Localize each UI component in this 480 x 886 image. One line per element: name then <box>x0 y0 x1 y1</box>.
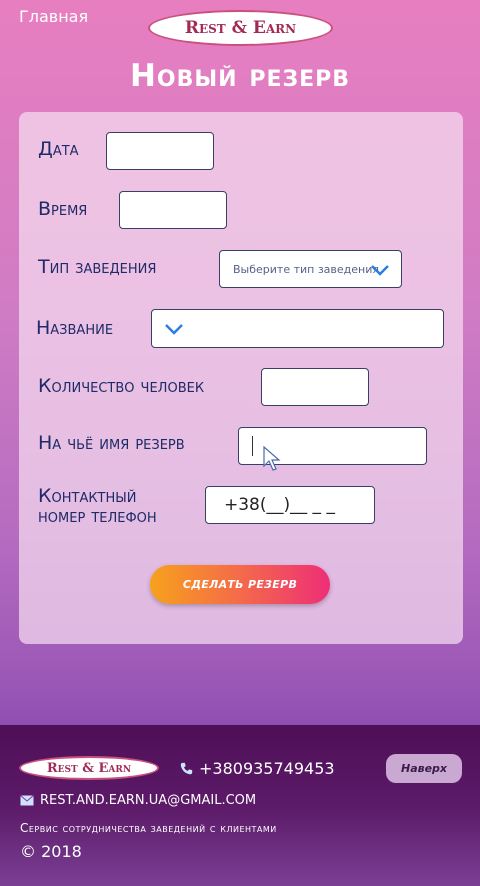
phone-label-line1: Контактный <box>38 485 137 507</box>
envelope-icon <box>20 795 34 806</box>
people-count-label: Количество человек <box>38 375 205 397</box>
footer-phone-number: +380935749453 <box>199 759 335 778</box>
footer-logo[interactable]: Rest & Earn <box>19 756 159 780</box>
reserve-name-label: На чьё имя резерв <box>38 432 185 454</box>
copyright: © 2018 <box>20 842 82 861</box>
date-label: Дата <box>38 138 79 160</box>
venue-name-label: Название <box>36 317 114 339</box>
venue-type-placeholder: Выберите тип заведения <box>233 263 380 276</box>
mouse-cursor-icon <box>263 446 281 471</box>
chevron-down-icon <box>165 324 183 335</box>
phone-icon <box>180 762 193 775</box>
venue-type-select[interactable]: Выберите тип заведения <box>219 250 402 288</box>
submit-reservation-button[interactable]: Сделать резерв <box>150 565 330 604</box>
venue-type-label: Тип заведения <box>38 256 157 278</box>
back-to-top-button[interactable]: Наверх <box>386 754 462 783</box>
footer-email-address: REST.AND.EARN.UA@GMAIL.COM <box>40 793 257 808</box>
time-input[interactable] <box>119 191 227 229</box>
footer: Rest & Earn +380935749453 Наверх REST.AN… <box>0 725 480 886</box>
phone-value: +38(__)__ _ _ <box>224 495 335 515</box>
reserve-name-input[interactable] <box>238 427 427 471</box>
text-caret <box>252 436 253 456</box>
home-link[interactable]: Главная <box>19 7 88 26</box>
date-input[interactable] <box>106 132 214 170</box>
logo[interactable]: Rest & Earn <box>148 10 333 46</box>
chevron-down-icon <box>371 265 389 276</box>
footer-tagline: Сервис сотрудничества заведений с клиент… <box>20 821 277 835</box>
phone-label-line2: номер телефон <box>38 504 157 527</box>
phone-label: Контактный номер телефон <box>38 485 157 527</box>
footer-email[interactable]: REST.AND.EARN.UA@GMAIL.COM <box>20 793 256 808</box>
time-label: Время <box>38 198 88 220</box>
phone-input[interactable]: +38(__)__ _ _ <box>205 486 375 524</box>
people-count-input[interactable] <box>261 368 369 406</box>
footer-phone[interactable]: +380935749453 <box>180 759 335 778</box>
page-title: Новый резерв <box>129 58 351 94</box>
venue-name-select[interactable] <box>151 309 444 348</box>
